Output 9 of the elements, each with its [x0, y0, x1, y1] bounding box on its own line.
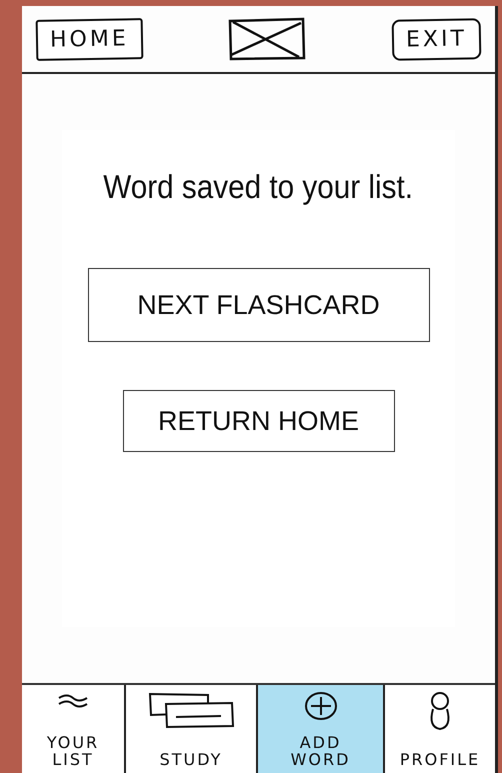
plus-circle-icon: [302, 691, 338, 721]
exit-button[interactable]: EXIT: [392, 18, 482, 60]
action-button[interactable]: RETURN HOME: [122, 390, 394, 452]
tab[interactable]: ADD WORD: [258, 685, 385, 773]
cards-icon: [146, 691, 236, 729]
home-button[interactable]: HOME: [36, 18, 144, 60]
image-placeholder-icon: [227, 17, 308, 61]
confirmation-message: Word saved to your list.: [104, 168, 414, 206]
action-button[interactable]: NEXT FLASHCARD: [88, 268, 430, 342]
